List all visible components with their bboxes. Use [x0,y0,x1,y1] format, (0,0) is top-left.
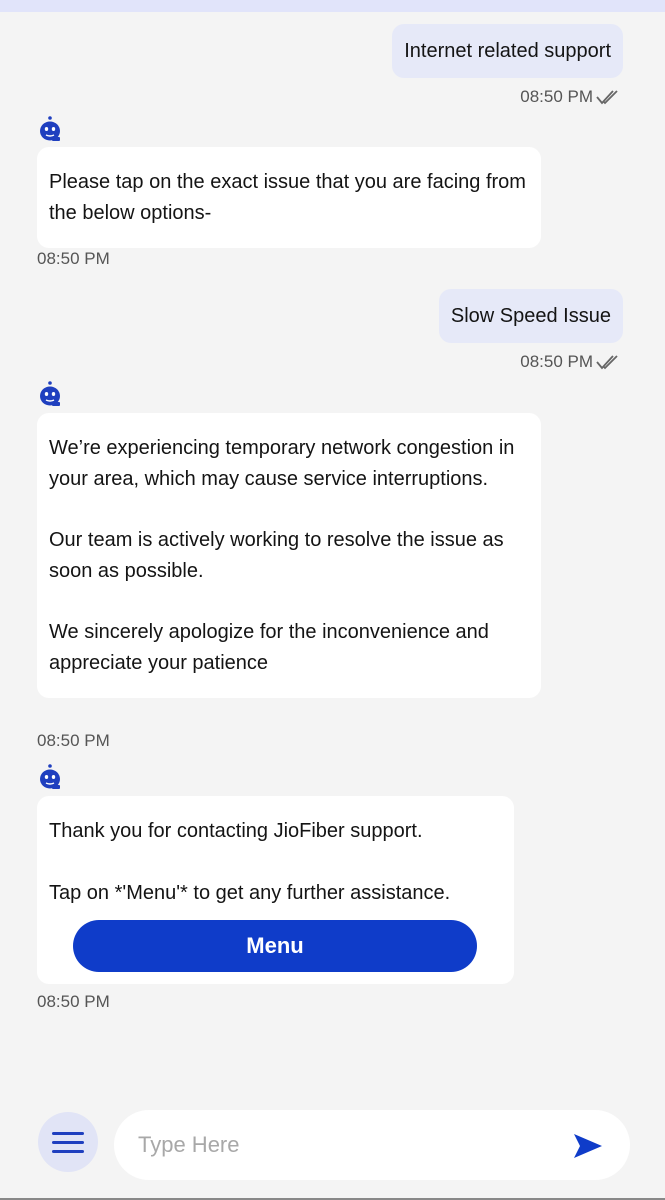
status-strip [0,0,665,12]
send-icon[interactable] [572,1132,604,1160]
message-paragraph: Tap on *'Menu'* to get any further assis… [49,881,451,904]
user-message-bubble: Internet related support [392,24,623,78]
bot-avatar-icon [38,116,62,142]
message-paragraph: Our team is actively working to resolve … [49,529,504,582]
hamburger-menu-icon[interactable] [38,1112,98,1172]
message-timestamp: 08:50 PM [37,992,110,1011]
message-paragraph: We’re experiencing temporary network con… [49,437,515,490]
message-timestamp: 08:50 PM [37,249,110,268]
menu-button[interactable]: Menu [73,920,477,972]
double-check-icon [596,89,622,105]
bot-message-bubble: Thank you for contacting JioFiber suppor… [37,796,514,984]
message-text: Please tap on the exact issue that you a… [49,171,526,224]
message-text: Internet related support [404,40,611,62]
bot-avatar-icon [38,381,62,407]
message-input-container [114,1110,630,1180]
bot-message-bubble: We’re experiencing temporary network con… [37,413,541,698]
bot-avatar-icon [38,764,62,790]
double-check-icon [596,354,622,370]
message-timestamp: 08:50 PM [520,352,622,372]
message-paragraph: Thank you for contacting JioFiber suppor… [49,820,423,842]
message-timestamp: 08:50 PM [37,731,110,750]
message-input[interactable] [138,1128,558,1162]
bot-message-bubble: Please tap on the exact issue that you a… [37,147,541,248]
message-paragraph: We sincerely apologize for the inconveni… [49,621,489,674]
message-timestamp: 08:50 PM [520,87,622,107]
user-message-bubble: Slow Speed Issue [438,289,623,343]
message-text: Slow Speed Issue [450,305,611,327]
message-composer [0,1100,665,1200]
